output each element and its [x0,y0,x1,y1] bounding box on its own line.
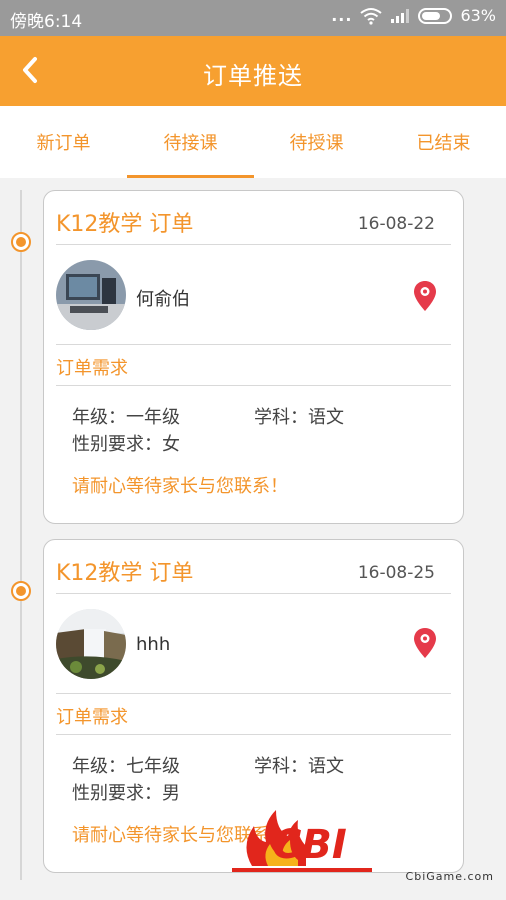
order-date: 16-08-25 [357,563,435,583]
subject-field: 学科：语文 [254,756,344,777]
avatar [56,609,126,679]
status-time: 傍晚6:14 [10,12,83,32]
requirements-label: 订单需求 [56,707,128,728]
tab-new-orders[interactable]: 新订单 [0,106,127,178]
order-card[interactable]: K12教学 订单 16-08-22 何俞伯 订单需求 年级：一年级 学科：语文 … [43,190,464,524]
signal-icon [391,8,410,23]
timeline-node [11,581,31,601]
order-date: 16-08-22 [357,214,435,234]
order-title: K12教学 订单 [56,561,194,586]
battery-level: 63% [460,6,496,25]
avatar-computer-image [56,260,126,330]
order-title: K12教学 订单 [56,212,194,237]
timeline-node [11,232,31,252]
divider [56,693,451,694]
divider [56,734,451,735]
grade-field: 年级：七年级 [72,756,180,777]
watermark-site: CbiGame.com [405,870,494,883]
battery-icon [418,7,453,24]
wifi-icon [360,7,383,25]
notification-dots: ... [331,6,353,25]
customer-name: hhh [136,634,171,655]
divider [56,344,451,345]
waiting-message: 请耐心等待家长与您联系！ [72,476,288,497]
location-pin-icon[interactable] [413,627,437,659]
divider [56,593,451,594]
watermark: CBI CbiGame.com [232,806,502,890]
customer-name: 何俞伯 [136,289,190,310]
avatar [56,260,126,330]
watermark-logo-text: CBI [272,822,347,868]
divider [56,385,451,386]
gender-field: 性别要求：男 [72,783,180,804]
tab-label: 待授课 [289,133,344,154]
gender-field: 性别要求：女 [72,434,180,455]
status-bar: 傍晚6:14 ... 63% [0,0,506,36]
tab-pending-accept[interactable]: 待接课 [127,106,254,178]
status-icons: ... 63% [331,6,496,25]
tab-finished[interactable]: 已结束 [380,106,506,178]
location-pin-icon[interactable] [413,280,437,312]
tab-bar: 新订单 待接课 待授课 已结束 [0,106,506,178]
subject-field: 学科：语文 [254,407,344,428]
divider [56,244,451,245]
page-title: 订单推送 [203,62,303,90]
requirements-label: 订单需求 [56,358,128,379]
grade-field: 年级：一年级 [72,407,180,428]
tab-label: 待接课 [163,133,218,154]
app-bar: 订单推送 [0,36,506,106]
timeline-line [20,190,22,880]
tab-label: 已结束 [416,133,471,154]
tab-label: 新订单 [36,133,91,154]
avatar-waterfall-image [56,609,126,679]
tab-pending-teach[interactable]: 待授课 [253,106,380,178]
